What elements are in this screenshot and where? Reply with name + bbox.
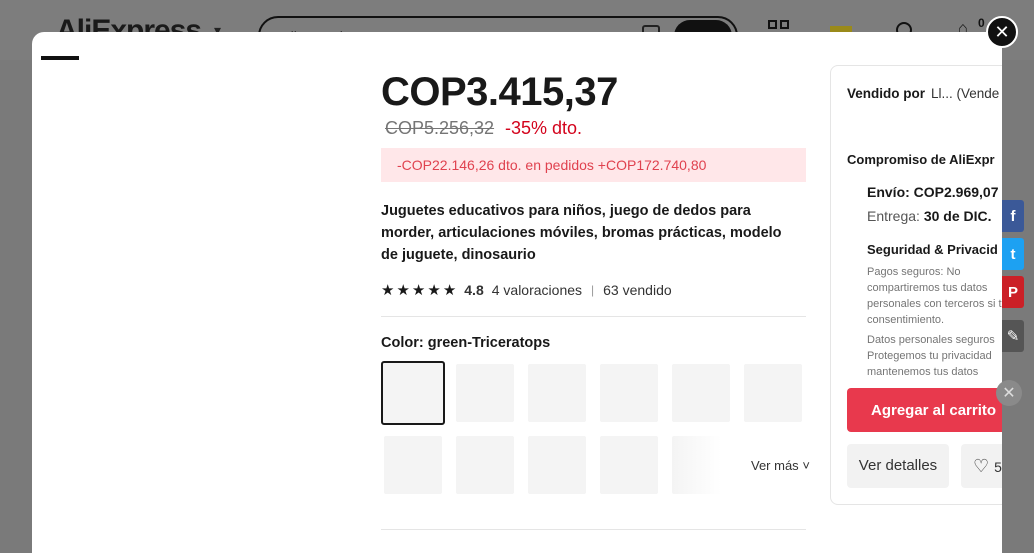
chevron-down-icon: ˅ — [802, 458, 810, 473]
share-close-icon[interactable]: ✕ — [996, 380, 1022, 406]
discount-badge: -35% dto. — [505, 118, 583, 138]
color-swatch[interactable] — [456, 436, 514, 494]
sold-count: 63 vendido — [603, 282, 672, 298]
star-icon: ★ — [411, 282, 426, 299]
star-icon: ★ — [427, 282, 441, 299]
delivery-label: Entrega: — [867, 208, 920, 224]
color-swatch[interactable] — [600, 364, 658, 422]
security-text-data: Datos personales seguros Protegemos tu p… — [867, 334, 995, 378]
edit-icon[interactable]: ✎ — [1002, 320, 1024, 352]
divider — [381, 316, 806, 317]
sold-by-label: Vendido por — [847, 86, 926, 101]
image-tab-indicator[interactable] — [41, 56, 79, 60]
color-swatch[interactable] — [456, 364, 514, 422]
wishlist-button[interactable]: ♡ 5 — [961, 444, 1002, 488]
color-swatch[interactable] — [600, 436, 658, 494]
close-icon: ✕ — [994, 21, 1010, 42]
store-link[interactable]: Ll... (Vende — [931, 86, 999, 101]
shipping-cost: Envío: COP2.969,07 — [867, 184, 999, 200]
color-swatch[interactable] — [672, 364, 730, 422]
wishlist-count: 5 — [994, 459, 1002, 475]
product-title: Juguetes educativos para niños, juego de… — [381, 203, 782, 263]
rating-value: 4.8 — [464, 282, 484, 298]
separator: | — [591, 283, 595, 297]
view-details-button[interactable]: Ver detalles — [847, 444, 949, 488]
color-swatch[interactable] — [528, 364, 586, 422]
pinterest-share-icon[interactable]: P — [1002, 276, 1024, 308]
facebook-share-icon[interactable]: f — [1002, 200, 1024, 232]
reviews-link[interactable]: 4 valoraciones — [492, 282, 582, 298]
rating-stars: ★ ★ ★ ★ ★ — [381, 281, 456, 299]
original-price: COP5.256,32 — [385, 118, 495, 138]
color-label: Color: green-Triceratops — [381, 335, 551, 351]
color-swatch[interactable] — [744, 364, 802, 422]
see-more-button[interactable]: Ver más ˅ — [751, 458, 810, 473]
current-price: COP3.415,37 — [381, 70, 618, 114]
coupon-banner[interactable]: -COP22.146,26 dto. en pedidos +COP172.74… — [381, 148, 806, 182]
divider — [381, 529, 806, 530]
purchase-panel: Vendido por Ll... (Vende Compromiso de Al… — [830, 65, 1002, 505]
commitment-title: Compromiso de AliExpr — [847, 152, 995, 167]
close-button[interactable]: ✕ — [986, 16, 1018, 48]
delivery-value: 30 de DIC. — [923, 208, 992, 224]
color-swatch[interactable] — [384, 436, 442, 494]
star-icon: ★ — [381, 282, 395, 299]
cart-count: 0 — [978, 16, 985, 30]
security-title: Seguridad & Privacid — [867, 242, 998, 257]
color-swatch[interactable] — [672, 436, 730, 494]
security-text-payments: Pagos seguros: No compartiremos tus dato… — [867, 266, 1002, 326]
star-icon: ★ — [442, 282, 457, 299]
twitter-share-icon[interactable]: t — [1002, 238, 1024, 270]
heart-icon: ♡ — [973, 456, 990, 476]
product-quickview-modal: COP3.415,37 COP5.256,32 -35% dto. -COP22… — [32, 32, 1002, 553]
color-swatch[interactable] — [381, 361, 445, 425]
color-swatch[interactable] — [528, 436, 586, 494]
delivery-date: Entrega: 30 de DIC. — [867, 208, 992, 224]
rating-row: ★ ★ ★ ★ ★ 4.8 4 valoraciones | 63 vendid… — [381, 280, 672, 300]
add-to-cart-button[interactable]: Agregar al carrito — [847, 388, 1002, 432]
star-icon: ★ — [396, 282, 410, 299]
sold-by: Vendido por Ll... (Vende — [847, 86, 999, 101]
see-more-label: Ver más — [751, 458, 799, 473]
